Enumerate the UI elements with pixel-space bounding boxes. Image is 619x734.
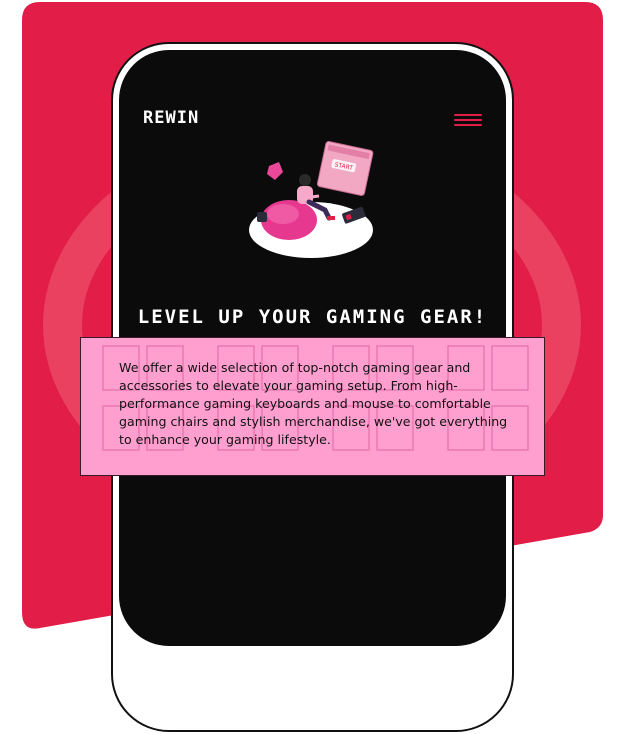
page-description: We offer a wide selection of top-notch g…: [119, 360, 508, 447]
gamer-on-beanbag-illustration: START: [249, 141, 374, 258]
page-headline: LEVEL UP YOUR GAMING GEAR!: [137, 306, 488, 328]
hamburger-menu-icon[interactable]: [454, 114, 482, 128]
brand-logo[interactable]: REWIN: [143, 108, 199, 128]
